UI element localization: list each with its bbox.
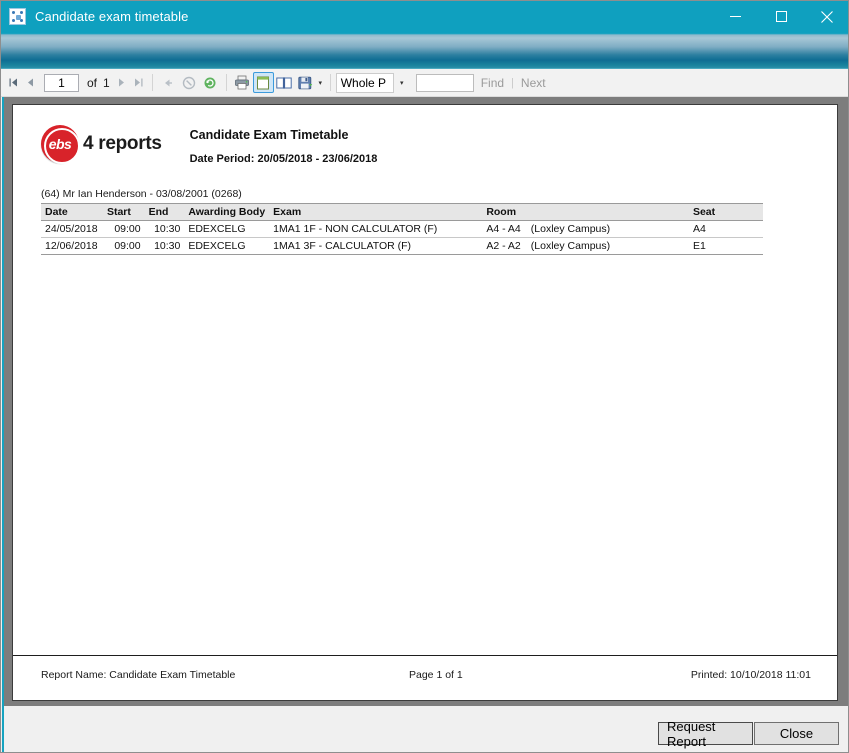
two-page-icon bbox=[276, 76, 292, 90]
total-pages-label: 1 bbox=[100, 76, 113, 90]
find-input[interactable] bbox=[416, 74, 474, 92]
toolbar-separator-3 bbox=[330, 74, 331, 91]
maximize-button[interactable] bbox=[758, 1, 804, 32]
last-page-icon bbox=[134, 78, 143, 87]
report-toolbar: of 1 bbox=[1, 69, 849, 97]
refresh-button[interactable] bbox=[200, 72, 221, 93]
report-page: ebs 4 reports Candidate Exam Timetable D… bbox=[12, 104, 838, 701]
window-title: Candidate exam timetable bbox=[35, 1, 188, 32]
report-date-period: Date Period: 20/05/2018 - 23/06/2018 bbox=[190, 153, 378, 165]
ebs-logo-label: 4 reports bbox=[83, 133, 162, 155]
minimize-icon bbox=[730, 11, 741, 22]
cell-end: 10:30 bbox=[145, 221, 185, 238]
cell-room: A2 - A2(Loxley Campus) bbox=[482, 238, 689, 255]
dropdown-arrow-icon: ▾ bbox=[318, 79, 322, 87]
minimize-button[interactable] bbox=[712, 1, 758, 32]
exam-timetable-table: Date Start End Awarding Body Exam Room S… bbox=[41, 203, 763, 255]
toolbar-separator-2 bbox=[226, 74, 227, 91]
app-icon bbox=[9, 8, 26, 25]
save-export-icon bbox=[298, 76, 313, 90]
report-title: Candidate Exam Timetable bbox=[190, 128, 378, 142]
footer-report-name: Report Name: Candidate Exam Timetable bbox=[41, 669, 235, 681]
column-header-seat: Seat bbox=[689, 204, 763, 221]
cell-start: 09:00 bbox=[103, 221, 145, 238]
print-layout-icon bbox=[256, 76, 270, 90]
maximize-icon bbox=[776, 11, 787, 22]
footer-page-number: Page 1 of 1 bbox=[409, 669, 463, 681]
column-header-end: End bbox=[145, 204, 185, 221]
column-header-exam: Exam bbox=[269, 204, 482, 221]
page-number-input[interactable] bbox=[44, 74, 79, 92]
close-icon bbox=[821, 11, 833, 23]
cell-room-code: A2 - A2 bbox=[486, 240, 520, 252]
cell-room-campus: (Loxley Campus) bbox=[521, 223, 610, 235]
cell-awarding-body: EDEXCELG bbox=[184, 238, 269, 255]
previous-page-icon bbox=[26, 78, 35, 87]
close-dialog-button[interactable]: Close bbox=[754, 722, 839, 745]
cell-date: 24/05/2018 bbox=[41, 221, 103, 238]
two-page-button[interactable] bbox=[274, 72, 295, 93]
cell-exam: 1MA1 1F - NON CALCULATOR (F) bbox=[269, 221, 482, 238]
cell-awarding-body: EDEXCELG bbox=[184, 221, 269, 238]
title-bar: Candidate exam timetable bbox=[1, 1, 849, 32]
export-button[interactable] bbox=[295, 72, 316, 93]
column-header-start: Start bbox=[103, 204, 145, 221]
report-viewer-window: Candidate exam timetable bbox=[0, 0, 849, 753]
table-row: 12/06/2018 09:00 10:30 EDEXCELG 1MA1 3F … bbox=[41, 238, 763, 255]
next-page-button[interactable] bbox=[113, 73, 130, 93]
export-dropdown-arrow[interactable]: ▾ bbox=[316, 79, 325, 87]
ebs-logo-mark: ebs bbox=[41, 125, 79, 163]
find-button[interactable]: Find bbox=[474, 76, 511, 90]
cell-room-campus: (Loxley Campus) bbox=[521, 240, 610, 252]
previous-page-button[interactable] bbox=[22, 73, 39, 93]
report-viewer-canvas[interactable]: ebs 4 reports Candidate Exam Timetable D… bbox=[2, 97, 849, 706]
next-button[interactable]: Next bbox=[514, 76, 553, 90]
cell-end: 10:30 bbox=[145, 238, 185, 255]
close-button[interactable] bbox=[804, 1, 849, 32]
ebs-logo-text: ebs bbox=[49, 137, 72, 151]
zoom-dropdown-button[interactable]: ▾ bbox=[394, 73, 410, 93]
back-arrow-icon bbox=[162, 77, 174, 89]
cell-seat: A4 bbox=[689, 221, 763, 238]
print-layout-button[interactable] bbox=[253, 72, 274, 93]
first-page-icon bbox=[9, 78, 18, 87]
request-report-button[interactable]: Request Report bbox=[658, 722, 753, 745]
report-footer: Report Name: Candidate Exam Timetable Pa… bbox=[13, 663, 838, 693]
footer-printed-timestamp: Printed: 10/10/2018 11:01 bbox=[691, 669, 811, 681]
report-title-block: Candidate Exam Timetable Date Period: 20… bbox=[190, 125, 378, 165]
dialog-button-bar: Request Report Close bbox=[2, 706, 849, 753]
refresh-icon bbox=[203, 76, 217, 90]
back-button[interactable] bbox=[158, 72, 179, 93]
cell-seat: E1 bbox=[689, 238, 763, 255]
column-header-awarding-body: Awarding Body bbox=[184, 204, 269, 221]
chevron-down-icon: ▾ bbox=[400, 79, 404, 87]
column-header-room: Room bbox=[482, 204, 689, 221]
cell-room: A4 - A4(Loxley Campus) bbox=[482, 221, 689, 238]
table-row: 24/05/2018 09:00 10:30 EDEXCELG 1MA1 1F … bbox=[41, 221, 763, 238]
ebs-logo: ebs 4 reports bbox=[41, 125, 162, 163]
column-header-date: Date bbox=[41, 204, 103, 221]
stop-icon bbox=[182, 76, 196, 90]
stop-button[interactable] bbox=[179, 72, 200, 93]
print-button[interactable] bbox=[232, 72, 253, 93]
table-header-row: Date Start End Awarding Body Exam Room S… bbox=[41, 204, 763, 221]
footer-divider bbox=[13, 655, 838, 656]
cell-start: 09:00 bbox=[103, 238, 145, 255]
cell-exam: 1MA1 3F - CALCULATOR (F) bbox=[269, 238, 482, 255]
zoom-level-select[interactable]: Whole P bbox=[336, 73, 394, 93]
cell-room-code: A4 - A4 bbox=[486, 223, 520, 235]
header-gradient-band bbox=[1, 32, 849, 69]
next-page-icon bbox=[117, 78, 126, 87]
toolbar-separator-1 bbox=[152, 74, 153, 91]
report-header: ebs 4 reports Candidate Exam Timetable D… bbox=[41, 125, 377, 165]
cell-date: 12/06/2018 bbox=[41, 238, 103, 255]
last-page-button[interactable] bbox=[130, 73, 147, 93]
print-icon bbox=[234, 75, 250, 90]
first-page-button[interactable] bbox=[5, 73, 22, 93]
of-label: of bbox=[84, 76, 100, 90]
candidate-details: (64) Mr Ian Henderson - 03/08/2001 (0268… bbox=[41, 188, 242, 200]
zoom-level-value: Whole P bbox=[341, 76, 386, 90]
